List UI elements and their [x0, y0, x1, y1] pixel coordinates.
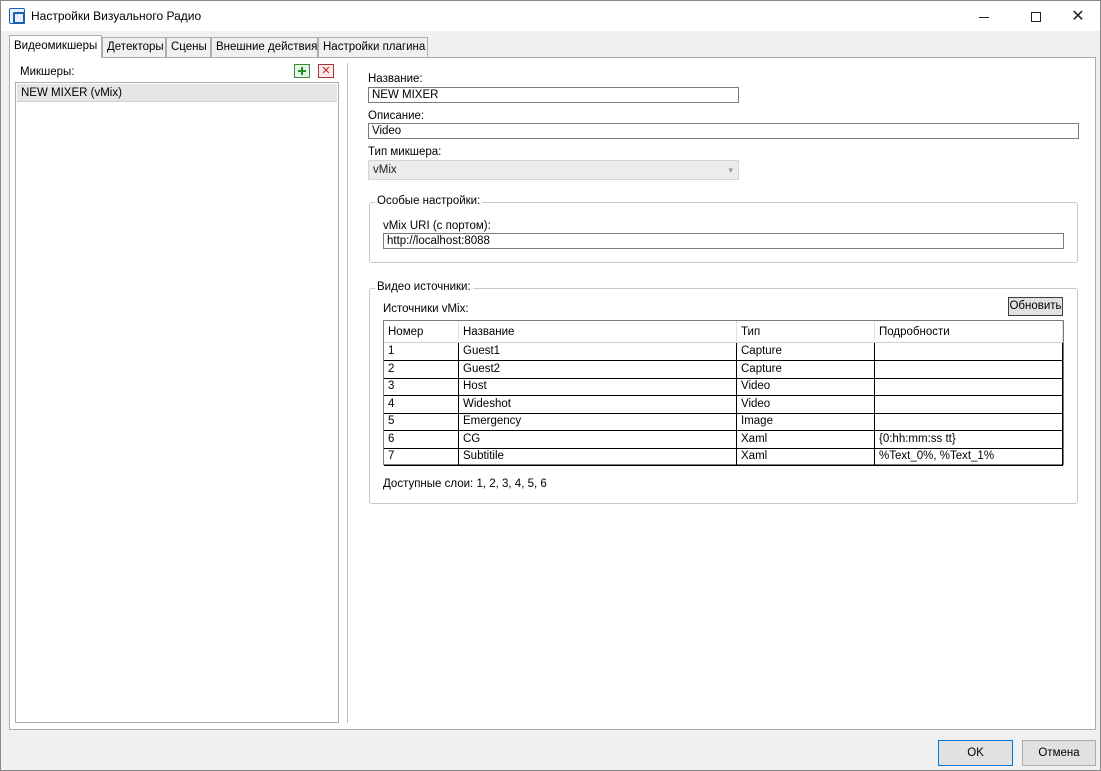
cancel-button[interactable]: Отмена [1022, 740, 1096, 766]
title-bar: Настройки Визуального Радио ✕ [1, 1, 1100, 31]
cell-name: Wideshot [459, 395, 737, 414]
mixer-list-item[interactable]: NEW MIXER (vMix) [17, 84, 337, 102]
mixer-type-label: Тип микшера: [368, 146, 442, 158]
available-layers-text: Доступные слои: 1, 2, 3, 4, 5, 6 [383, 478, 547, 490]
delete-mixer-icon[interactable]: ✕ [318, 64, 334, 78]
column-header-name[interactable]: Название [459, 321, 737, 342]
column-header-details[interactable]: Подробности [875, 321, 1063, 342]
cell-name: Host [459, 378, 737, 396]
cell-number: 1 [384, 343, 459, 361]
cell-name: Emergency [459, 413, 737, 431]
maximize-icon [1031, 12, 1041, 23]
minimize-icon [979, 16, 989, 18]
cell-name: Guest2 [459, 360, 737, 379]
table-row[interactable]: 1 Guest1 Capture [384, 343, 1063, 361]
cell-number: 6 [384, 430, 459, 449]
vmix-uri-label: vMix URI (с портом): [383, 220, 491, 232]
close-button[interactable]: ✕ [1055, 1, 1101, 31]
cell-details [875, 395, 1063, 414]
app-icon [9, 8, 25, 24]
tab-plugin-settings[interactable]: Настройки плагина [318, 37, 428, 57]
vmix-sources-label: Источники vMix: [383, 303, 469, 315]
table-row[interactable]: 3 Host Video [384, 378, 1063, 396]
refresh-button[interactable]: Обновить [1008, 297, 1063, 316]
cell-number: 2 [384, 360, 459, 379]
table-row[interactable]: 5 Emergency Image [384, 413, 1063, 431]
special-settings-title: Особые настройки: [375, 195, 483, 207]
table-row[interactable]: 4 Wideshot Video [384, 395, 1063, 414]
cell-type: Image [737, 413, 875, 431]
mixers-list[interactable]: NEW MIXER (vMix) [15, 82, 339, 723]
video-sources-title: Видео источники: [375, 281, 473, 293]
table-header: Номер Название Тип Подробности [384, 321, 1063, 343]
description-input[interactable]: Video [368, 123, 1079, 139]
add-mixer-icon[interactable] [294, 64, 310, 78]
column-header-type[interactable]: Тип [737, 321, 875, 342]
cell-details [875, 343, 1063, 361]
cell-type: Capture [737, 343, 875, 361]
tab-scenes[interactable]: Сцены [166, 37, 211, 57]
mixer-type-select[interactable]: vMix ▾ [368, 160, 739, 180]
name-input[interactable]: NEW MIXER [368, 87, 739, 103]
cell-details: {0:hh:mm:ss tt} [875, 430, 1063, 449]
tab-video-mixers[interactable]: Видеомикшеры [9, 35, 102, 58]
maximize-button[interactable] [1013, 1, 1059, 31]
pane-splitter[interactable] [347, 63, 348, 723]
cell-details [875, 360, 1063, 379]
cell-number: 3 [384, 378, 459, 396]
cell-number: 5 [384, 413, 459, 431]
cell-type: Video [737, 395, 875, 414]
mixers-label: Микшеры: [20, 66, 75, 78]
table-row[interactable]: 6 CG Xaml {0:hh:mm:ss tt} [384, 430, 1063, 449]
chevron-down-icon: ▾ [728, 165, 733, 175]
table-row[interactable]: 2 Guest2 Capture [384, 360, 1063, 379]
table-row[interactable]: 7 Subtitile Xaml %Text_0%, %Text_1% [384, 448, 1063, 466]
tab-detectors[interactable]: Детекторы [102, 37, 166, 57]
cell-type: Video [737, 378, 875, 396]
cell-details [875, 413, 1063, 431]
cell-type: Capture [737, 360, 875, 379]
tab-external-actions[interactable]: Внешние действия [211, 37, 318, 57]
ok-button[interactable]: OK [938, 740, 1013, 766]
name-label: Название: [368, 73, 423, 85]
cell-type: Xaml [737, 448, 875, 466]
description-label: Описание: [368, 110, 425, 122]
cell-details [875, 378, 1063, 396]
cell-type: Xaml [737, 430, 875, 449]
cell-name: Guest1 [459, 343, 737, 361]
sources-table: Номер Название Тип Подробности 1 Guest1 … [383, 320, 1064, 466]
cell-details: %Text_0%, %Text_1% [875, 448, 1063, 466]
cell-number: 4 [384, 395, 459, 414]
minimize-button[interactable] [961, 1, 1007, 31]
vmix-uri-input[interactable]: http://localhost:8088 [383, 233, 1064, 249]
settings-window: Настройки Визуального Радио ✕ Видеомикше… [0, 0, 1101, 771]
cell-number: 7 [384, 448, 459, 466]
cell-name: Subtitile [459, 448, 737, 466]
close-icon: ✕ [1071, 8, 1085, 25]
window-title: Настройки Визуального Радио [31, 9, 202, 23]
column-header-number[interactable]: Номер [384, 321, 459, 342]
mixer-type-value: vMix [373, 164, 397, 176]
cell-name: CG [459, 430, 737, 449]
